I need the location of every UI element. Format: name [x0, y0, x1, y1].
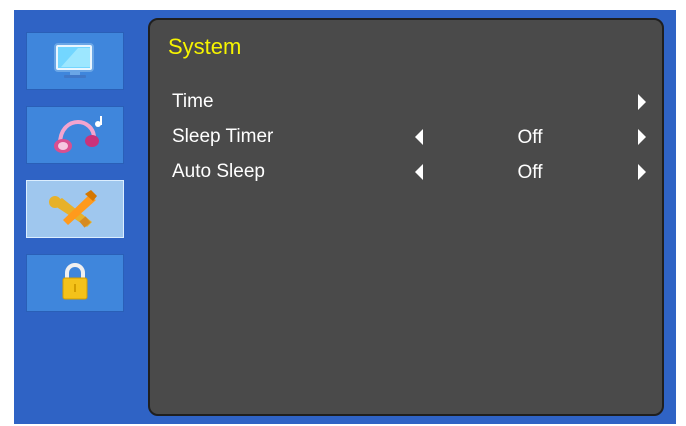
menu-row-auto-sleep[interactable]: Auto Sleep Off: [150, 156, 662, 188]
sidebar-tab-lock[interactable]: [26, 254, 124, 312]
sidebar-tab-sound[interactable]: [26, 106, 124, 164]
wrench-screwdriver-icon: [44, 188, 106, 230]
menu-row-value: Off: [517, 162, 543, 183]
right-arrow-icon[interactable]: [638, 94, 646, 110]
right-arrow-icon[interactable]: [638, 164, 646, 180]
left-arrow-icon[interactable]: [415, 129, 423, 145]
osd-frame: System Time Sleep Timer Off Auto Sleep O…: [14, 10, 676, 424]
system-menu-panel: System Time Sleep Timer Off Auto Sleep O…: [148, 18, 664, 416]
monitor-icon: [48, 40, 102, 82]
padlock-icon: [54, 262, 96, 304]
left-arrow-icon[interactable]: [415, 164, 423, 180]
menu-row-label: Time: [172, 91, 214, 112]
headphones-music-icon: [46, 114, 104, 156]
menu-row-time[interactable]: Time: [150, 86, 662, 118]
menu-row-label: Sleep Timer: [172, 126, 274, 147]
sidebar-tab-system[interactable]: [26, 180, 124, 238]
menu-row-label: Auto Sleep: [172, 161, 265, 182]
sidebar-tab-picture[interactable]: [26, 32, 124, 90]
menu-row-value: Off: [517, 127, 543, 148]
right-arrow-icon[interactable]: [638, 129, 646, 145]
panel-title: System: [168, 34, 242, 59]
menu-row-sleep-timer[interactable]: Sleep Timer Off: [150, 121, 662, 153]
